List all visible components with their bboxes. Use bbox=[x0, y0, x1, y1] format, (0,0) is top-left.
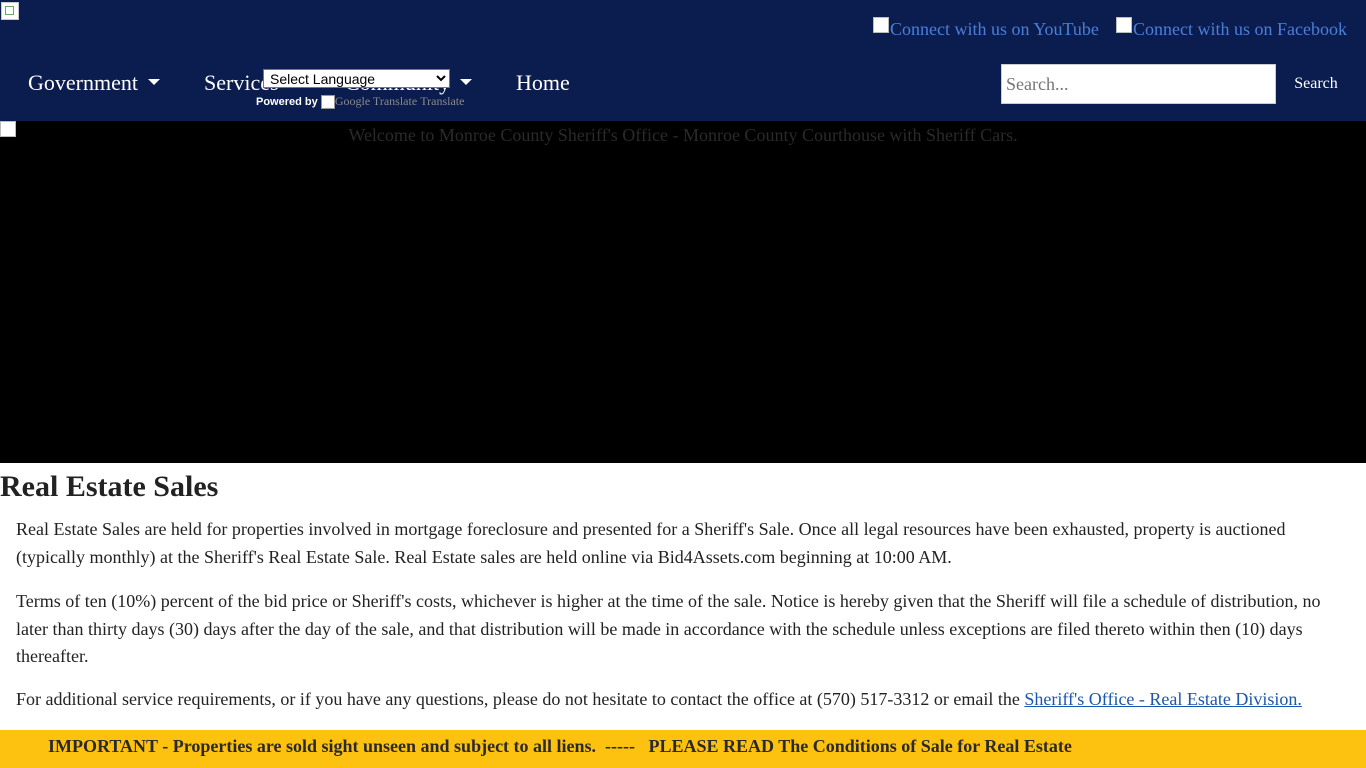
nav-government[interactable]: Government bbox=[28, 70, 160, 98]
google-translate-alt: Google Translate bbox=[334, 94, 418, 108]
search-button[interactable]: Search bbox=[1284, 64, 1348, 104]
facebook-link[interactable]: Connect with us on Facebook bbox=[1116, 17, 1347, 41]
broken-image-icon bbox=[1116, 17, 1132, 33]
hero-banner: Welcome to Monroe County Sheriff's Offic… bbox=[0, 121, 1366, 463]
powered-by-google: Powered by Google Translate Translate bbox=[256, 94, 465, 110]
contact-text: For additional service requirements, or … bbox=[16, 689, 1025, 709]
banner-alt-text: Welcome to Monroe County Sheriff's Offic… bbox=[348, 125, 1018, 145]
google-logo-icon bbox=[320, 95, 335, 110]
youtube-link[interactable]: Connect with us on YouTube bbox=[873, 17, 1099, 41]
caret-down-icon bbox=[460, 78, 473, 85]
site-logo-image-icon[interactable] bbox=[1, 2, 19, 20]
site-header: Connect with us on YouTube Connect with … bbox=[0, 0, 1366, 121]
caret-down-icon bbox=[147, 78, 160, 85]
facebook-alt-text: Connect with us on Facebook bbox=[1133, 19, 1347, 39]
terms-paragraph: Terms of ten (10%) percent of the bid pr… bbox=[16, 591, 1321, 666]
real-estate-division-link[interactable]: Sheriff's Office - Real Estate Division. bbox=[1024, 689, 1302, 709]
search-input[interactable] bbox=[1001, 64, 1276, 104]
translate-label: Translate bbox=[420, 94, 465, 108]
important-notice-bar: IMPORTANT - Properties are sold sight un… bbox=[0, 730, 1366, 768]
language-select[interactable]: Select Language bbox=[263, 69, 450, 88]
broken-image-icon bbox=[873, 17, 889, 33]
contact-paragraph: For additional service requirements, or … bbox=[16, 686, 1356, 714]
nav-home-label: Home bbox=[516, 70, 570, 95]
nav-home[interactable]: Home bbox=[516, 70, 570, 98]
powered-by-label: Powered by bbox=[256, 96, 318, 108]
youtube-alt-text: Connect with us on YouTube bbox=[890, 19, 1099, 39]
page-title: Real Estate Sales bbox=[0, 470, 219, 503]
important-notice-text[interactable]: IMPORTANT - Properties are sold sight un… bbox=[48, 736, 1072, 757]
nav-government-label: Government bbox=[28, 70, 138, 95]
google-translate-link[interactable]: Google Translate bbox=[320, 94, 418, 110]
intro-paragraph: Real Estate Sales are held for propertie… bbox=[16, 519, 1286, 567]
